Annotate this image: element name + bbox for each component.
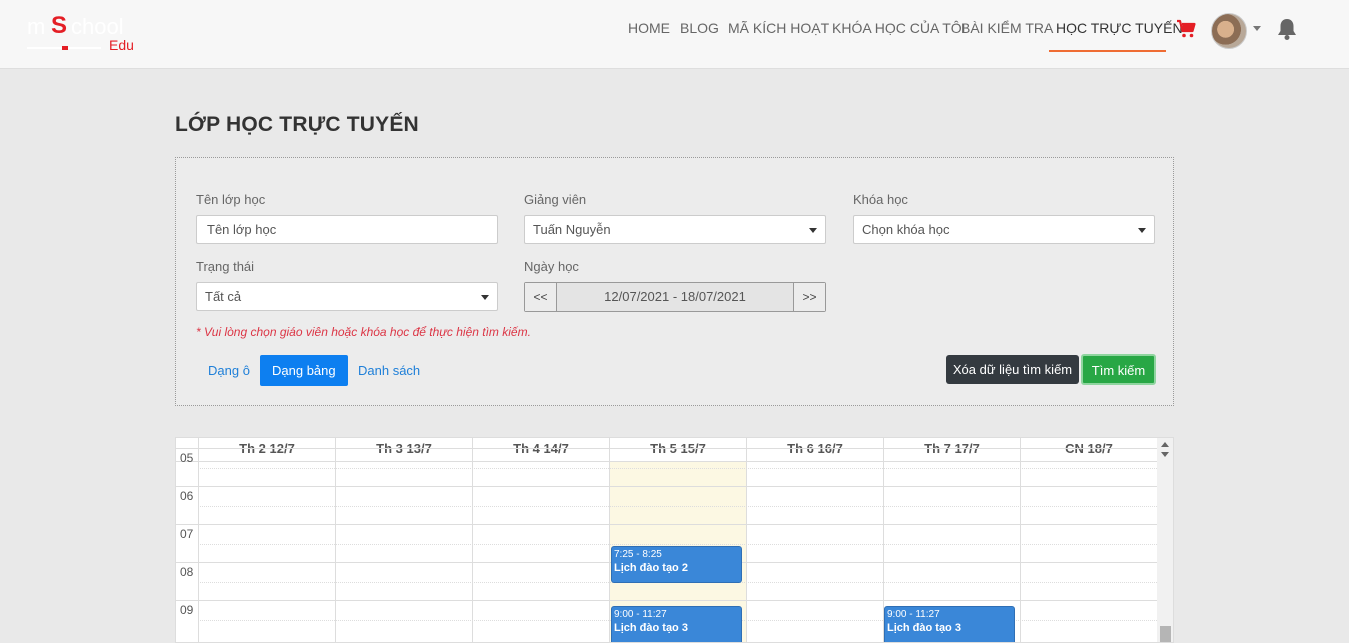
dropdown-arrow-icon: [1138, 228, 1146, 233]
teacher-select-value: Tuấn Nguyễn: [533, 222, 611, 237]
view-grid-button[interactable]: Dạng ô: [196, 355, 262, 386]
nav-home[interactable]: HOME: [628, 20, 670, 36]
nav-active-indicator: [1049, 50, 1166, 52]
event-title: Lịch đào tạo 3: [887, 622, 961, 634]
column-divider: [746, 462, 747, 642]
scrollbar-thumb[interactable]: [1160, 626, 1171, 642]
scroll-up-icon[interactable]: [1161, 442, 1169, 447]
teacher-label: Giảng viên: [524, 192, 587, 207]
status-select[interactable]: Tất cả: [196, 282, 498, 311]
event-title: Lịch đào tạo 2: [614, 562, 688, 574]
user-avatar[interactable]: [1211, 13, 1247, 49]
half-hour-line: [198, 506, 1157, 507]
hour-label: 06: [180, 489, 194, 503]
date-label: Ngày học: [524, 259, 579, 274]
page-title: LỚP HỌC TRỰC TUYẾN: [175, 113, 419, 136]
event-time: 7:25 - 8:25: [614, 549, 662, 560]
hour-label: 08: [180, 565, 194, 579]
calendar-event[interactable]: 7:25 - 8:25 Lịch đào tạo 2: [611, 546, 742, 583]
calendar-body: 05 06 07 08 09 7:25 - 8:25 Lịch đào tạo …: [176, 448, 1157, 642]
status-label: Trạng thái: [196, 259, 255, 274]
column-divider: [335, 462, 336, 642]
hour-row: 05: [176, 448, 1157, 486]
class-name-input[interactable]: [207, 222, 487, 237]
event-time: 9:00 - 11:27: [887, 609, 940, 620]
week-calendar: Th 2 12/7 Th 3 13/7 Th 4 14/7 Th 5 15/7 …: [175, 437, 1174, 643]
calendar-event[interactable]: 9:00 - 11:27 Lịch đào tạo 3: [884, 606, 1015, 642]
dropdown-arrow-icon: [481, 295, 489, 300]
logo-text-m: m: [27, 14, 46, 39]
date-range-value[interactable]: 12/07/2021 - 18/07/2021: [558, 283, 792, 311]
course-select[interactable]: Chọn khóa học: [853, 215, 1155, 244]
course-select-value: Chọn khóa học: [862, 222, 950, 237]
chevron-down-icon[interactable]: [1253, 26, 1261, 31]
logo-letter-s: S: [51, 12, 68, 39]
date-range-picker: << 12/07/2021 - 18/07/2021 >>: [524, 282, 826, 312]
course-label: Khóa học: [853, 192, 908, 207]
column-divider: [1020, 462, 1021, 642]
brand-logo[interactable]: m S chool Edu: [27, 12, 139, 54]
search-button[interactable]: Tìm kiếm: [1081, 354, 1156, 385]
column-divider: [609, 462, 610, 642]
class-name-field[interactable]: [196, 215, 498, 244]
nav-blog[interactable]: BLOG: [680, 20, 719, 36]
calendar-event[interactable]: 9:00 - 11:27 Lịch đào tạo 3: [611, 606, 742, 642]
next-week-button[interactable]: >>: [793, 283, 825, 311]
hour-label: 07: [180, 527, 194, 541]
column-divider: [472, 462, 473, 642]
status-select-value: Tất cả: [205, 289, 242, 304]
hour-row: 06: [176, 486, 1157, 524]
logo-text-edu: Edu: [109, 37, 134, 53]
hour-label: 05: [180, 451, 194, 465]
scroll-down-icon[interactable]: [1161, 452, 1169, 457]
clear-search-button[interactable]: Xóa dữ liệu tìm kiếm: [946, 355, 1079, 384]
dropdown-arrow-icon: [809, 228, 817, 233]
search-warning: * Vui lòng chọn giáo viên hoặc khóa học …: [196, 325, 531, 339]
half-hour-line: [198, 544, 1157, 545]
teacher-select[interactable]: Tuấn Nguyễn: [524, 215, 826, 244]
event-time: 9:00 - 11:27: [614, 609, 667, 620]
view-table-button[interactable]: Dạng bảng: [260, 355, 348, 386]
bell-icon[interactable]: [1276, 17, 1298, 41]
nav-online-learning[interactable]: HỌC TRỰC TUYẾN: [1056, 20, 1183, 36]
logo-accent: [62, 46, 68, 50]
search-filter-panel: Tên lớp học Giảng viên Tuấn Nguyễn Khóa …: [175, 157, 1174, 406]
view-list-button[interactable]: Danh sách: [346, 355, 432, 386]
nav-my-courses[interactable]: KHÓA HỌC CỦA TÔI: [832, 20, 966, 36]
nav-tests[interactable]: BÀI KIỂM TRA: [961, 20, 1053, 36]
column-divider: [198, 462, 199, 642]
half-hour-line: [198, 468, 1157, 469]
calendar-scrollbar[interactable]: [1157, 438, 1173, 642]
nav-activation-code[interactable]: MÃ KÍCH HOẠT: [728, 20, 829, 36]
top-navbar: m S chool Edu HOME BLOG MÃ KÍCH HOẠT KHÓ…: [0, 0, 1349, 69]
cart-icon[interactable]: [1176, 19, 1196, 39]
previous-week-button[interactable]: <<: [525, 283, 557, 311]
event-title: Lịch đào tạo 3: [614, 622, 688, 634]
hour-label: 09: [180, 603, 194, 617]
class-name-label: Tên lớp học: [196, 192, 266, 207]
